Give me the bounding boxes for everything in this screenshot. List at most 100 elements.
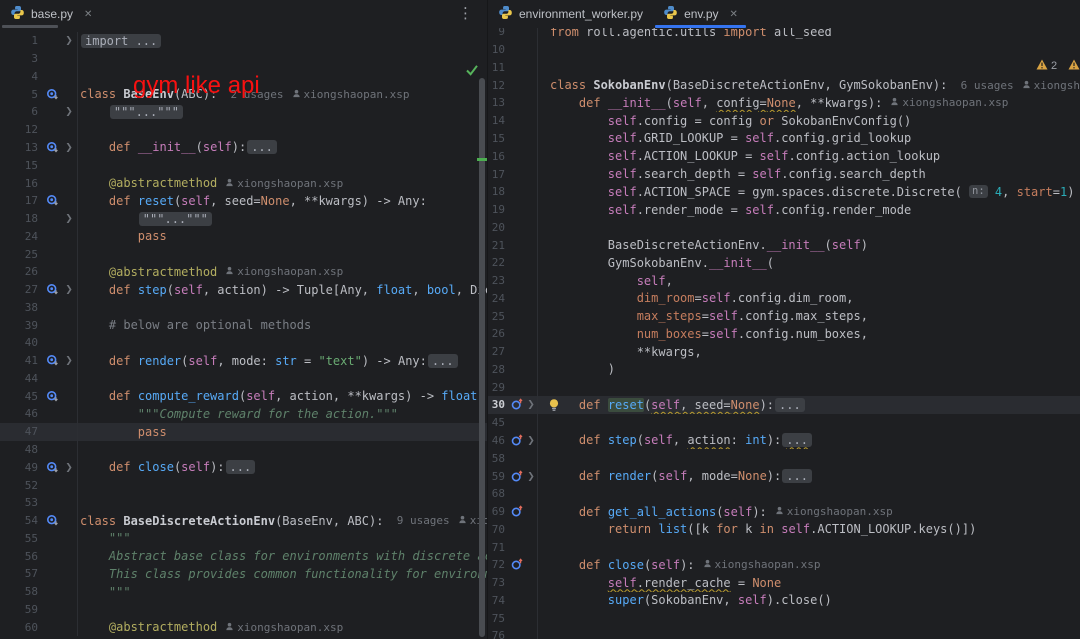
code-line-26[interactable]: 26 @abstractmethodxiongshaopan.xsp [0,263,487,281]
code-line-3[interactable]: 3 [0,50,487,68]
code-line-52[interactable]: 52 [0,476,487,494]
code-line-73[interactable]: 73 self.render_cache = None [488,574,1080,592]
code-line-28[interactable]: 28 ) [488,361,1080,379]
code-line-56[interactable]: 56 Abstract base class for environments … [0,547,487,565]
code-line-5[interactable]: 5class BaseEnv(ABC): 2 usagesxiongshaopa… [0,85,487,103]
code-line-14[interactable]: 14 self.config = config or SokobanEnvCon… [488,112,1080,130]
code-line-40[interactable]: 40 [0,334,487,352]
code-line-12[interactable]: 12 [0,121,487,139]
code-line-26[interactable]: 26 num_boxes=self.config.num_boxes, [488,325,1080,343]
fold-chevron-icon[interactable]: ❯ [61,142,77,153]
intention-bulb-icon[interactable] [548,398,560,414]
code-line-46[interactable]: 46❯ def step(self, action: int):... [488,432,1080,450]
inspections-ok-icon[interactable] [465,64,479,82]
code-line-25[interactable]: 25 [0,245,487,263]
code-line-4[interactable]: 4 [0,68,487,86]
implemented-marker-icon[interactable] [43,390,61,403]
fold-chevron-icon[interactable]: ❯ [525,399,537,410]
code-line-74[interactable]: 74 super(SokobanEnv, self).close() [488,592,1080,610]
code-line-15[interactable]: 15 self.GRID_LOOKUP = self.config.grid_l… [488,130,1080,148]
overrides-marker-icon[interactable] [510,470,525,483]
overrides-marker-icon[interactable] [510,434,525,447]
code-line-22[interactable]: 22 GymSokobanEnv.__init__( [488,254,1080,272]
code-line-13[interactable]: 13❯ def __init__(self):... [0,139,487,157]
code-line-23[interactable]: 23 self, [488,272,1080,290]
code-line-76[interactable]: 76 [488,627,1080,639]
fold-chevron-icon[interactable]: ❯ [61,462,77,473]
code-line-38[interactable]: 38 [0,298,487,316]
code-line-29[interactable]: 29 [488,378,1080,396]
warning-badge[interactable]: 2 [1036,59,1057,73]
code-line-6[interactable]: 6❯ """...""" [0,103,487,121]
code-line-10[interactable]: 10 [488,41,1080,59]
fold-chevron-icon[interactable]: ❯ [525,471,537,482]
code-line-41[interactable]: 41❯ def render(self, mode: str = "text")… [0,352,487,370]
code-line-1[interactable]: 1❯import ... [0,32,487,50]
fold-chevron-icon[interactable]: ❯ [525,435,537,446]
implemented-marker-icon[interactable] [43,141,61,154]
code-line-45[interactable]: 45 def compute_reward(self, action, **kw… [0,387,487,405]
warning-badge[interactable]: 1 [1068,59,1080,73]
code-line-59[interactable]: 59❯ def render(self, mode=None):... [488,467,1080,485]
tab-env-py[interactable]: env.py ✕ [653,0,748,28]
implemented-marker-icon[interactable] [43,461,61,474]
editor-left[interactable]: 1❯import ...345class BaseEnv(ABC): 2 usa… [0,28,487,639]
overrides-marker-icon[interactable] [510,398,525,411]
close-icon[interactable]: ✕ [730,9,738,20]
code-line-70[interactable]: 70 return list([k for k in self.ACTION_L… [488,520,1080,538]
code-line-15[interactable]: 15 [0,156,487,174]
code-line-11[interactable]: 11 [488,59,1080,77]
code-line-18[interactable]: 18❯ """...""" [0,210,487,228]
code-line-57[interactable]: 57 This class provides common functional… [0,565,487,583]
code-line-44[interactable]: 44 [0,370,487,388]
code-line-72[interactable]: 72 def close(self):xiongshaopan.xsp [488,556,1080,574]
kebab-menu-icon[interactable]: ⋮ [458,4,473,22]
code-line-24[interactable]: 24 pass [0,227,487,245]
code-line-58[interactable]: 58 [488,449,1080,467]
code-line-17[interactable]: 17 self.search_depth = self.config.searc… [488,165,1080,183]
overrides-marker-icon[interactable] [510,505,525,518]
code-line-19[interactable]: 19 self.render_mode = self.config.render… [488,201,1080,219]
code-line-16[interactable]: 16 self.ACTION_LOOKUP = self.config.acti… [488,147,1080,165]
implemented-marker-icon[interactable] [43,283,61,296]
code-line-12[interactable]: 12class SokobanEnv(BaseDiscreteActionEnv… [488,76,1080,94]
code-line-9[interactable]: 9from roll.agentic.utils import all_seed [488,28,1080,41]
code-line-24[interactable]: 24 dim_room=self.config.dim_room, [488,289,1080,307]
implemented-marker-icon[interactable] [43,514,61,527]
code-line-18[interactable]: 18 self.ACTION_SPACE = gym.spaces.discre… [488,183,1080,201]
code-line-30[interactable]: 30❯ def reset(self, seed=None):... [488,396,1080,414]
fold-chevron-icon[interactable]: ❯ [61,213,77,224]
close-icon[interactable]: ✕ [84,9,92,20]
inspection-widget[interactable]: 2 1 [1036,59,1080,73]
code-line-46[interactable]: 46 """Compute reward for the action.""" [0,405,487,423]
code-line-55[interactable]: 55 """ [0,529,487,547]
implemented-marker-icon[interactable] [43,88,61,101]
code-line-16[interactable]: 16 @abstractmethodxiongshaopan.xsp [0,174,487,192]
code-line-47[interactable]: 47 pass [0,423,487,441]
code-line-58[interactable]: 58 """ [0,583,487,601]
code-line-69[interactable]: 69 def get_all_actions(self):xiongshaopa… [488,503,1080,521]
code-line-54[interactable]: 54class BaseDiscreteActionEnv(BaseEnv, A… [0,512,487,530]
scrollbar-thumb[interactable] [479,78,485,637]
tab-environment-worker-py[interactable]: environment_worker.py [488,0,653,28]
code-line-13[interactable]: 13 def __init__(self, config=None, **kwa… [488,94,1080,112]
code-line-27[interactable]: 27 **kwargs, [488,343,1080,361]
code-line-17[interactable]: 17 def reset(self, seed=None, **kwargs) … [0,192,487,210]
implemented-marker-icon[interactable] [43,354,61,367]
code-line-68[interactable]: 68 [488,485,1080,503]
code-line-27[interactable]: 27❯ def step(self, action) -> Tuple[Any,… [0,281,487,299]
fold-chevron-icon[interactable]: ❯ [61,284,77,295]
code-line-21[interactable]: 21 BaseDiscreteActionEnv.__init__(self) [488,236,1080,254]
fold-chevron-icon[interactable]: ❯ [61,355,77,366]
code-line-39[interactable]: 39 # below are optional methods [0,316,487,334]
code-line-60[interactable]: 60 @abstractmethodxiongshaopan.xsp [0,618,487,636]
tab-base-py[interactable]: base.py ✕ [0,0,102,28]
code-line-71[interactable]: 71 [488,538,1080,556]
code-line-45[interactable]: 45 [488,414,1080,432]
code-line-59[interactable]: 59 [0,601,487,619]
fold-chevron-icon[interactable]: ❯ [61,35,77,46]
code-line-75[interactable]: 75 [488,609,1080,627]
code-line-49[interactable]: 49❯ def close(self):... [0,458,487,476]
overrides-marker-icon[interactable] [510,558,525,571]
code-line-20[interactable]: 20 [488,218,1080,236]
